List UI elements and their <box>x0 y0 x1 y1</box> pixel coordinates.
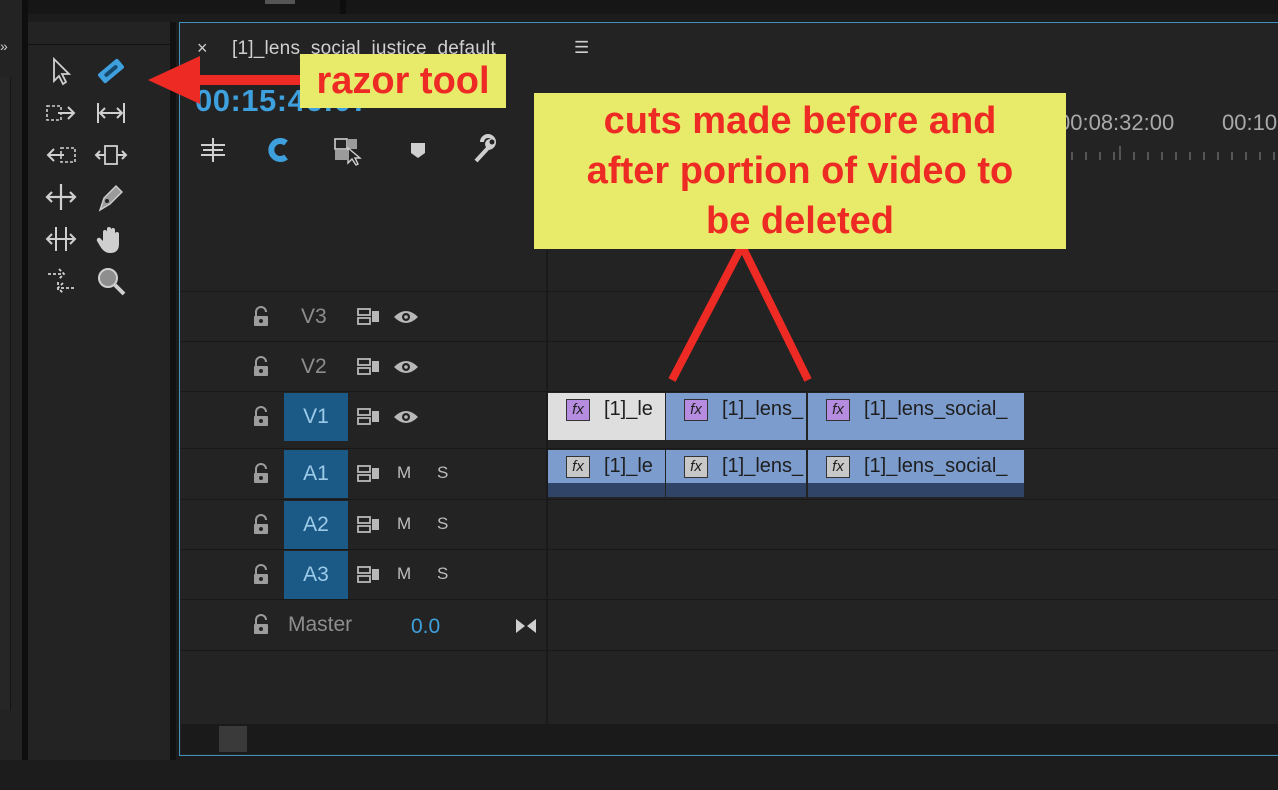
track-label: V3 <box>301 305 327 328</box>
selection-tool-icon[interactable] <box>44 54 78 88</box>
insert-overwrite-sequence-icon[interactable] <box>197 134 229 166</box>
panel-divider <box>340 0 346 14</box>
track-target-a2[interactable]: A2 <box>284 501 348 549</box>
cuts-callout-line: cuts made before and <box>603 100 997 142</box>
track-target-a1[interactable]: A1 <box>284 450 348 498</box>
video-clip[interactable]: fx [1]_lens_social_ <box>808 393 1024 440</box>
lock-icon[interactable] <box>251 306 271 333</box>
timeline-settings-wrench-icon[interactable] <box>468 134 500 166</box>
tools-panel <box>28 22 176 760</box>
slip-tool-icon[interactable] <box>44 180 78 214</box>
track-master: Master 0.0 <box>181 599 1278 651</box>
tools-panel-header-line <box>28 44 170 45</box>
lock-icon[interactable] <box>251 564 271 591</box>
close-sequence-icon[interactable]: × <box>197 38 208 59</box>
lock-icon[interactable] <box>251 356 271 383</box>
master-track-label: Master <box>288 613 353 636</box>
master-bowtie-icon[interactable] <box>514 616 538 641</box>
add-marker-icon[interactable] <box>402 134 434 166</box>
cuts-callout: cuts made before and after portion of vi… <box>534 96 1066 246</box>
track-a3: A3 M S <box>181 549 1278 600</box>
track-select-forward-icon[interactable] <box>44 96 78 130</box>
track-label: V2 <box>301 355 327 378</box>
sync-lock-icon[interactable] <box>356 406 382 433</box>
lock-icon[interactable] <box>251 406 271 433</box>
rate-stretch-icon[interactable] <box>44 264 78 298</box>
clip-name: [1]_le <box>604 398 653 420</box>
clip-name: [1]_lens_social_ <box>864 455 1008 477</box>
video-clip[interactable]: fx [1]_lens_ <box>666 393 806 440</box>
track-v2: V2 <box>181 341 1278 392</box>
mute-button[interactable]: M <box>397 514 411 534</box>
ripple-edit-icon[interactable] <box>94 96 128 130</box>
panel-expand-chevron-icon[interactable]: » <box>0 38 8 54</box>
clip-name: [1]_lens_social_ <box>864 398 1008 420</box>
scrollbar-thumb[interactable] <box>219 726 247 752</box>
track-target-a3[interactable]: A3 <box>284 551 348 599</box>
eye-icon[interactable] <box>393 407 419 432</box>
top-tab-indicator <box>265 0 295 4</box>
cuts-callout-line: after portion of video to <box>586 150 1014 192</box>
lock-icon[interactable] <box>251 514 271 541</box>
fx-badge: fx <box>826 456 850 478</box>
track-v3: V3 <box>181 291 1278 342</box>
master-volume-value[interactable]: 0.0 <box>411 615 440 639</box>
ruler-ticks[interactable] <box>1062 146 1278 160</box>
razor-tool-callout: razor tool <box>316 60 490 102</box>
track-v1: V1 fx [1]_le fx [1]_lens_ fx [1]_lens_so… <box>181 391 1278 442</box>
ruler-time-label: 00:10 <box>1222 110 1278 135</box>
timeline-scrollbar[interactable] <box>181 724 1278 754</box>
cuts-callout-line: be deleted <box>706 200 894 242</box>
hand-tool-icon[interactable] <box>94 222 128 256</box>
snap-magnet-icon[interactable] <box>262 134 294 166</box>
rolling-edit-icon[interactable] <box>94 138 128 172</box>
fx-badge: fx <box>684 456 708 478</box>
linked-selection-icon[interactable] <box>332 134 364 166</box>
track-select-backward-icon[interactable] <box>44 138 78 172</box>
solo-button[interactable]: S <box>437 564 448 584</box>
fx-badge: fx <box>684 399 708 421</box>
sync-lock-icon[interactable] <box>356 463 382 490</box>
video-clip[interactable]: fx [1]_le <box>548 393 665 440</box>
track-header-column-border <box>546 250 548 725</box>
track-target-v1[interactable]: V1 <box>284 393 348 441</box>
zoom-tool-icon[interactable] <box>94 264 128 298</box>
fx-badge: fx <box>566 399 590 421</box>
mute-button[interactable]: M <box>397 463 411 483</box>
sync-lock-icon[interactable] <box>356 356 382 383</box>
lock-icon[interactable] <box>251 463 271 490</box>
panel-menu-icon[interactable]: ☰ <box>574 38 589 58</box>
left-panel-stub <box>0 0 28 760</box>
clip-name: [1]_lens_ <box>722 398 804 420</box>
audio-clip[interactable]: fx [1]_lens_social_ <box>808 450 1024 497</box>
sync-lock-icon[interactable] <box>356 306 382 333</box>
track-a1: A1 M S fx [1]_le fx [1]_lens_ fx [1]_len… <box>181 448 1278 500</box>
audio-clip[interactable]: fx [1]_lens_ <box>666 450 806 497</box>
fx-badge: fx <box>566 456 590 478</box>
eye-icon[interactable] <box>393 357 419 382</box>
pen-tool-icon[interactable] <box>94 180 128 214</box>
eye-icon[interactable] <box>393 307 419 332</box>
fx-badge: fx <box>826 399 850 421</box>
solo-button[interactable]: S <box>437 463 448 483</box>
slide-tool-icon[interactable] <box>44 222 78 256</box>
audio-clip[interactable]: fx [1]_le <box>548 450 665 497</box>
clip-name: [1]_lens_ <box>722 455 804 477</box>
sync-lock-icon[interactable] <box>356 514 382 541</box>
track-a2: A2 M S <box>181 499 1278 550</box>
lock-icon[interactable] <box>251 614 271 641</box>
left-panel-inner <box>0 78 11 710</box>
mute-button[interactable]: M <box>397 564 411 584</box>
sync-lock-icon[interactable] <box>356 564 382 591</box>
ruler-time-label: 00:08:32:00 <box>1058 110 1175 135</box>
top-panel-strip <box>0 0 1278 14</box>
solo-button[interactable]: S <box>437 514 448 534</box>
clip-name: [1]_le <box>604 455 653 477</box>
razor-tool-icon[interactable] <box>94 54 128 88</box>
